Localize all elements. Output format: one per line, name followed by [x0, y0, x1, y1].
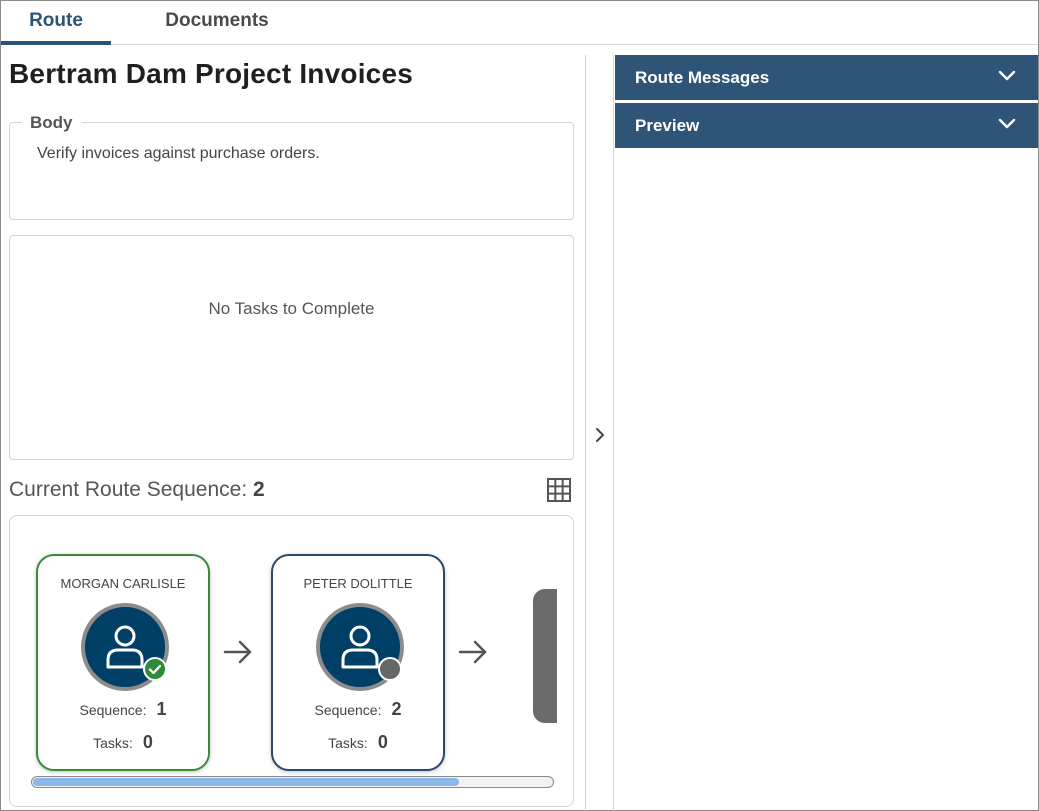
tab-documents[interactable]: Documents: [141, 1, 293, 44]
user-icon: [106, 625, 144, 669]
route-sequence-label: Current Route Sequence:: [9, 478, 248, 501]
chevron-down-icon: [998, 70, 1016, 81]
route-sequence-current: 2: [253, 478, 265, 501]
chevron-right-icon[interactable]: [594, 427, 606, 443]
route-step-card[interactable]: PETER DOLITTLE Sequence: 2 Tasks: 0: [271, 554, 445, 771]
tab-bar: Route Documents: [1, 1, 1038, 45]
body-legend: Body: [22, 113, 81, 133]
route-scrollbar[interactable]: [31, 776, 554, 788]
route-step-card-partial[interactable]: [533, 589, 557, 723]
tasks-panel: No Tasks to Complete: [9, 235, 574, 460]
step-pending-badge: [378, 657, 402, 681]
accordion-preview[interactable]: Preview: [615, 103, 1038, 148]
page-title: Bertram Dam Project Invoices: [9, 58, 413, 89]
grid-icon[interactable]: [546, 477, 572, 503]
route-scrollbar-thumb[interactable]: [33, 778, 459, 786]
route-panel: Bertram Dam Project Invoices Body Verify…: [0, 45, 585, 811]
accordion-label: Route Messages: [635, 68, 770, 87]
step-assignee-name: PETER DOLITTLE: [303, 576, 413, 591]
step-complete-badge: [143, 657, 167, 681]
body-section: Body Verify invoices against purchase or…: [9, 113, 574, 220]
step-sequence: Sequence: 2: [314, 699, 402, 719]
step-tasks: Tasks: 0: [93, 732, 153, 752]
body-text: Verify invoices against purchase orders.: [37, 145, 320, 162]
tab-route[interactable]: Route: [1, 1, 111, 45]
route-sequence-heading: Current Route Sequence: 2: [9, 478, 265, 502]
arrow-right-icon: [223, 640, 252, 664]
step-tasks-value: 0: [377, 732, 388, 752]
accordion-label: Preview: [635, 116, 700, 135]
arrow-right-icon: [458, 640, 487, 664]
step-assignee-name: MORGAN CARLISLE: [60, 576, 186, 591]
user-icon: [341, 625, 379, 669]
checkmark-icon: [148, 664, 162, 675]
step-sequence: Sequence: 1: [79, 699, 167, 719]
chevron-down-icon: [998, 118, 1016, 129]
tasks-empty-message: No Tasks to Complete: [208, 299, 375, 318]
step-sequence-value: 2: [391, 699, 402, 719]
step-sequence-value: 1: [156, 699, 167, 719]
panel-splitter[interactable]: [585, 55, 614, 811]
step-tasks: Tasks: 0: [328, 732, 388, 752]
route-step-card[interactable]: MORGAN CARLISLE Sequence: 1 Tasks: 0: [36, 554, 210, 771]
route-sequence-box: MORGAN CARLISLE Sequence: 1 Tasks: 0 PETER…: [9, 515, 574, 807]
accordion-route-messages[interactable]: Route Messages: [615, 55, 1038, 100]
step-tasks-value: 0: [142, 732, 153, 752]
